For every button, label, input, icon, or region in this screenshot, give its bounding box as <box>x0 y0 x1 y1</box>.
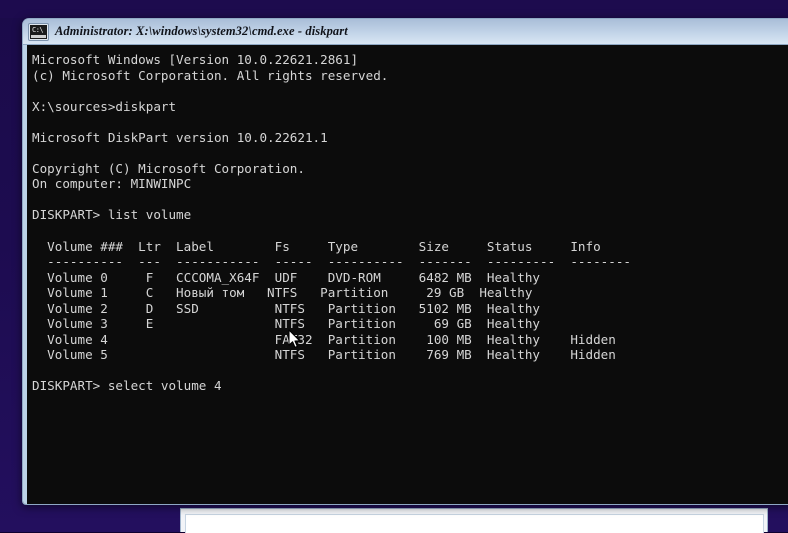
console-output-area[interactable]: Microsoft Windows [Version 10.0.22621.28… <box>23 45 788 504</box>
cmd-icon-glyph: C:\ <box>32 25 44 34</box>
command-prompt-window[interactable]: C:\ Administrator: X:\windows\system32\c… <box>22 18 788 505</box>
background-window[interactable] <box>180 508 768 533</box>
window-title: Administrator: X:\windows\system32\cmd.e… <box>55 24 348 38</box>
background-window-content <box>185 514 764 533</box>
console-text: Microsoft Windows [Version 10.0.22621.28… <box>32 52 631 394</box>
cmd-icon: C:\ <box>29 23 48 40</box>
desktop-top-strip <box>0 0 788 18</box>
cmd-icon-bar <box>31 34 46 38</box>
title-bar[interactable]: C:\ Administrator: X:\windows\system32\c… <box>23 19 788 45</box>
